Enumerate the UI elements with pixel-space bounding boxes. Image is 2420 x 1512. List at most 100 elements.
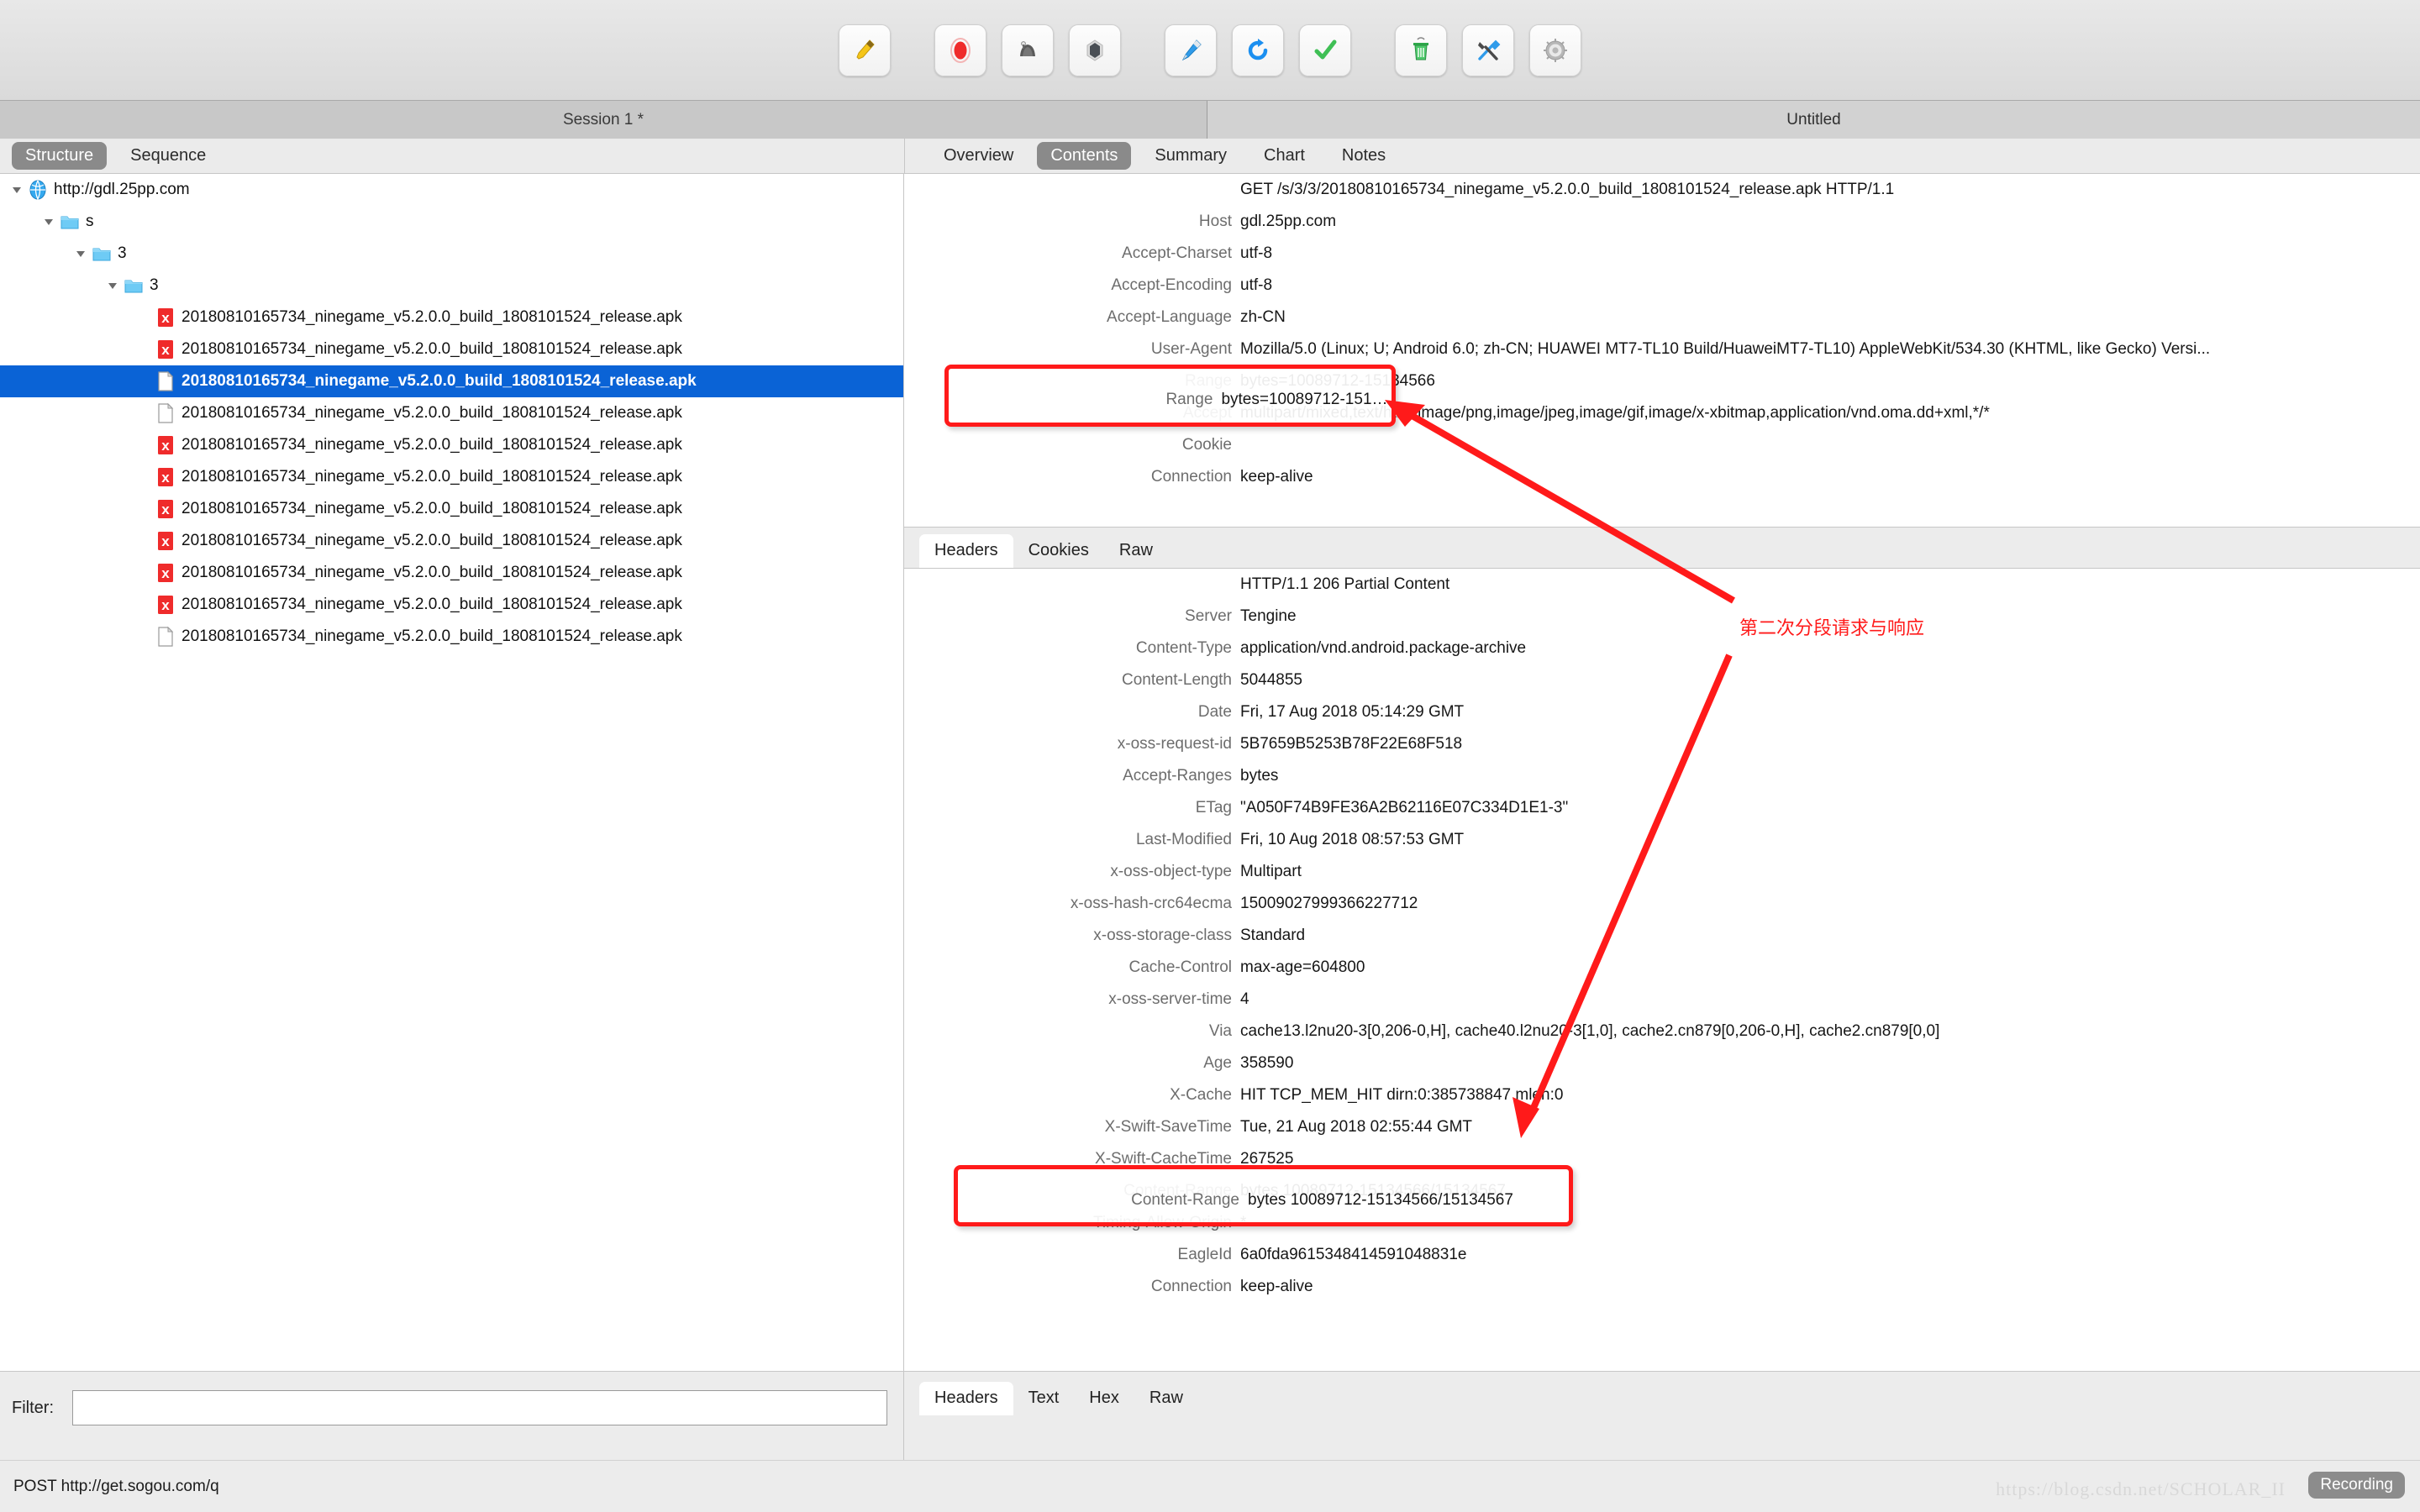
- request-header-row[interactable]: Accept-Encoding utf-8: [904, 270, 2420, 302]
- bottom-tab-strip: Headers Text Hex Raw: [904, 1371, 2420, 1460]
- clear-icon[interactable]: [839, 24, 891, 76]
- body-tab-headers[interactable]: Headers: [919, 1382, 1013, 1415]
- chevron-down-icon[interactable]: [72, 238, 89, 270]
- tree-row-label: 20180810165734_ninegame_v5.2.0.0_build_1…: [182, 340, 682, 358]
- response-header-row[interactable]: Content-Length 5044855: [904, 664, 2420, 696]
- request-header-row[interactable]: GET /s/3/3/20180810165734_ninegame_v5.2.…: [904, 174, 2420, 206]
- validate-icon[interactable]: [1299, 24, 1351, 76]
- annotation-highlight-range: Range bytes=10089712-15134566: [944, 365, 1396, 427]
- tree-row[interactable]: x 20180810165734_ninegame_v5.2.0.0_build_…: [0, 302, 903, 333]
- tree-row[interactable]: http://gdl.25pp.com: [0, 174, 903, 206]
- twisty-placeholder: [136, 589, 153, 621]
- response-header-row[interactable]: Server Tengine: [904, 601, 2420, 633]
- tree-row[interactable]: 3: [0, 238, 903, 270]
- tab-sequence[interactable]: Sequence: [117, 142, 219, 170]
- compose-icon[interactable]: [1165, 24, 1217, 76]
- tree-row[interactable]: x 20180810165734_ninegame_v5.2.0.0_build_…: [0, 589, 903, 621]
- response-header-row[interactable]: X-Cache HIT TCP_MEM_HIT dirn:0:385738847 …: [904, 1079, 2420, 1111]
- trash-icon[interactable]: [1395, 24, 1447, 76]
- header-value: 5B7659B5253B78F22E68F518: [1240, 735, 1463, 753]
- gear-icon[interactable]: [1529, 24, 1581, 76]
- toolbar-group-record: [934, 24, 1121, 76]
- tree-row[interactable]: 3: [0, 270, 903, 302]
- tree-row[interactable]: x 20180810165734_ninegame_v5.2.0.0_build_…: [0, 333, 903, 365]
- header-name: Cache-Control: [1128, 958, 1233, 976]
- header-value: Mozilla/5.0 (Linux; U; Android 6.0; zh-C…: [1240, 340, 2211, 358]
- request-header-row[interactable]: Accept-Language zh-CN: [904, 302, 2420, 333]
- tree-row[interactable]: 20180810165734_ninegame_v5.2.0.0_build_1…: [0, 365, 903, 397]
- tree-row[interactable]: x 20180810165734_ninegame_v5.2.0.0_build_…: [0, 557, 903, 589]
- response-header-row[interactable]: Via cache13.l2nu20-3[0,206-0,H], cache40.…: [904, 1016, 2420, 1047]
- request-header-row[interactable]: Cookie: [904, 429, 2420, 461]
- response-header-row[interactable]: Connection keep-alive: [904, 1271, 2420, 1303]
- header-value: bytes: [1240, 767, 1279, 785]
- tab-overview[interactable]: Overview: [930, 142, 1027, 170]
- header-name: User-Agent: [1150, 340, 1232, 358]
- tree-row[interactable]: 20180810165734_ninegame_v5.2.0.0_build_1…: [0, 397, 903, 429]
- header-name: Via: [1208, 1022, 1232, 1040]
- structure-tree[interactable]: http://gdl.25pp.com s 3 3 x 20180810165734_ni…: [0, 174, 904, 1371]
- tree-row[interactable]: x 20180810165734_ninegame_v5.2.0.0_build_…: [0, 493, 903, 525]
- annotation-content-range-value: bytes 10089712-15134566/15134567: [1248, 1190, 1513, 1209]
- tree-row[interactable]: s: [0, 206, 903, 238]
- tab-summary[interactable]: Summary: [1141, 142, 1240, 170]
- file-icon: [153, 626, 178, 648]
- request-header-row[interactable]: User-Agent Mozilla/5.0 (Linux; U; Android…: [904, 333, 2420, 365]
- error-file-icon: x: [153, 530, 178, 552]
- response-header-row[interactable]: Last-Modified Fri, 10 Aug 2018 08:57:53 G…: [904, 824, 2420, 856]
- twisty-placeholder: [136, 429, 153, 461]
- response-header-row[interactable]: HTTP/1.1 206 Partial Content: [904, 569, 2420, 601]
- response-header-row[interactable]: EagleId 6a0fda9615348414591048831e: [904, 1239, 2420, 1271]
- response-tab-cookies[interactable]: Cookies: [1013, 534, 1104, 568]
- header-value: Tue, 21 Aug 2018 02:55:44 GMT: [1240, 1118, 1473, 1136]
- svg-text:x: x: [161, 533, 170, 549]
- tab-contents[interactable]: Contents: [1037, 142, 1132, 170]
- tree-row-label: 3: [118, 244, 127, 262]
- tree-row[interactable]: x 20180810165734_ninegame_v5.2.0.0_build_…: [0, 461, 903, 493]
- request-header-row[interactable]: Accept-Charset utf-8: [904, 238, 2420, 270]
- header-value: Fri, 17 Aug 2018 05:14:29 GMT: [1240, 703, 1465, 721]
- response-header-row[interactable]: x-oss-hash-crc64ecma 15009027999366227712: [904, 888, 2420, 920]
- annotation-highlight-content-range: Content-Range bytes 10089712-15134566/15…: [954, 1165, 1573, 1226]
- tools-icon[interactable]: [1462, 24, 1514, 76]
- request-header-row[interactable]: Connection keep-alive: [904, 461, 2420, 493]
- response-tab-headers[interactable]: Headers: [919, 534, 1013, 568]
- body-tab-text[interactable]: Text: [1013, 1382, 1075, 1415]
- header-name: x-oss-object-type: [1110, 863, 1232, 880]
- response-header-row[interactable]: Cache-Control max-age=604800: [904, 952, 2420, 984]
- response-header-row[interactable]: x-oss-storage-class Standard: [904, 920, 2420, 952]
- record-icon[interactable]: [934, 24, 986, 76]
- response-header-row[interactable]: Date Fri, 17 Aug 2018 05:14:29 GMT: [904, 696, 2420, 728]
- throttle-icon[interactable]: [1002, 24, 1054, 76]
- error-file-icon: x: [153, 562, 178, 584]
- tab-notes[interactable]: Notes: [1328, 142, 1399, 170]
- response-header-row[interactable]: Age 358590: [904, 1047, 2420, 1079]
- response-header-row[interactable]: x-oss-object-type Multipart: [904, 856, 2420, 888]
- globe-icon: [25, 179, 50, 201]
- chevron-down-icon[interactable]: [104, 270, 121, 302]
- response-header-row[interactable]: x-oss-request-id 5B7659B5253B78F22E68F518: [904, 728, 2420, 760]
- repeat-icon[interactable]: [1232, 24, 1284, 76]
- body-tab-raw[interactable]: Raw: [1134, 1382, 1198, 1415]
- tab-structure[interactable]: Structure: [12, 142, 108, 170]
- chevron-down-icon[interactable]: [40, 206, 57, 238]
- header-value: gdl.25pp.com: [1240, 213, 1337, 230]
- header-name: Connection: [1150, 1278, 1232, 1295]
- tree-row[interactable]: x 20180810165734_ninegame_v5.2.0.0_build_…: [0, 429, 903, 461]
- filter-input[interactable]: [72, 1390, 887, 1425]
- header-name: X-Swift-SaveTime: [1104, 1118, 1232, 1136]
- tree-row[interactable]: x 20180810165734_ninegame_v5.2.0.0_build_…: [0, 525, 903, 557]
- response-header-row[interactable]: x-oss-server-time 4: [904, 984, 2420, 1016]
- header-value: Tengine: [1240, 607, 1297, 625]
- response-tab-raw[interactable]: Raw: [1104, 534, 1168, 568]
- chevron-down-icon[interactable]: [8, 174, 25, 206]
- tree-row[interactable]: 20180810165734_ninegame_v5.2.0.0_build_1…: [0, 621, 903, 653]
- response-header-row[interactable]: X-Swift-SaveTime Tue, 21 Aug 2018 02:55:4…: [904, 1111, 2420, 1143]
- tab-chart[interactable]: Chart: [1250, 142, 1318, 170]
- response-header-row[interactable]: Content-Type application/vnd.android.pack…: [904, 633, 2420, 664]
- response-header-row[interactable]: ETag "A050F74B9FE36A2B62116E07C334D1E1-3": [904, 792, 2420, 824]
- body-tab-hex[interactable]: Hex: [1074, 1382, 1134, 1415]
- response-header-row[interactable]: Accept-Ranges bytes: [904, 760, 2420, 792]
- breakpoint-icon[interactable]: [1069, 24, 1121, 76]
- request-header-row[interactable]: Host gdl.25pp.com: [904, 206, 2420, 238]
